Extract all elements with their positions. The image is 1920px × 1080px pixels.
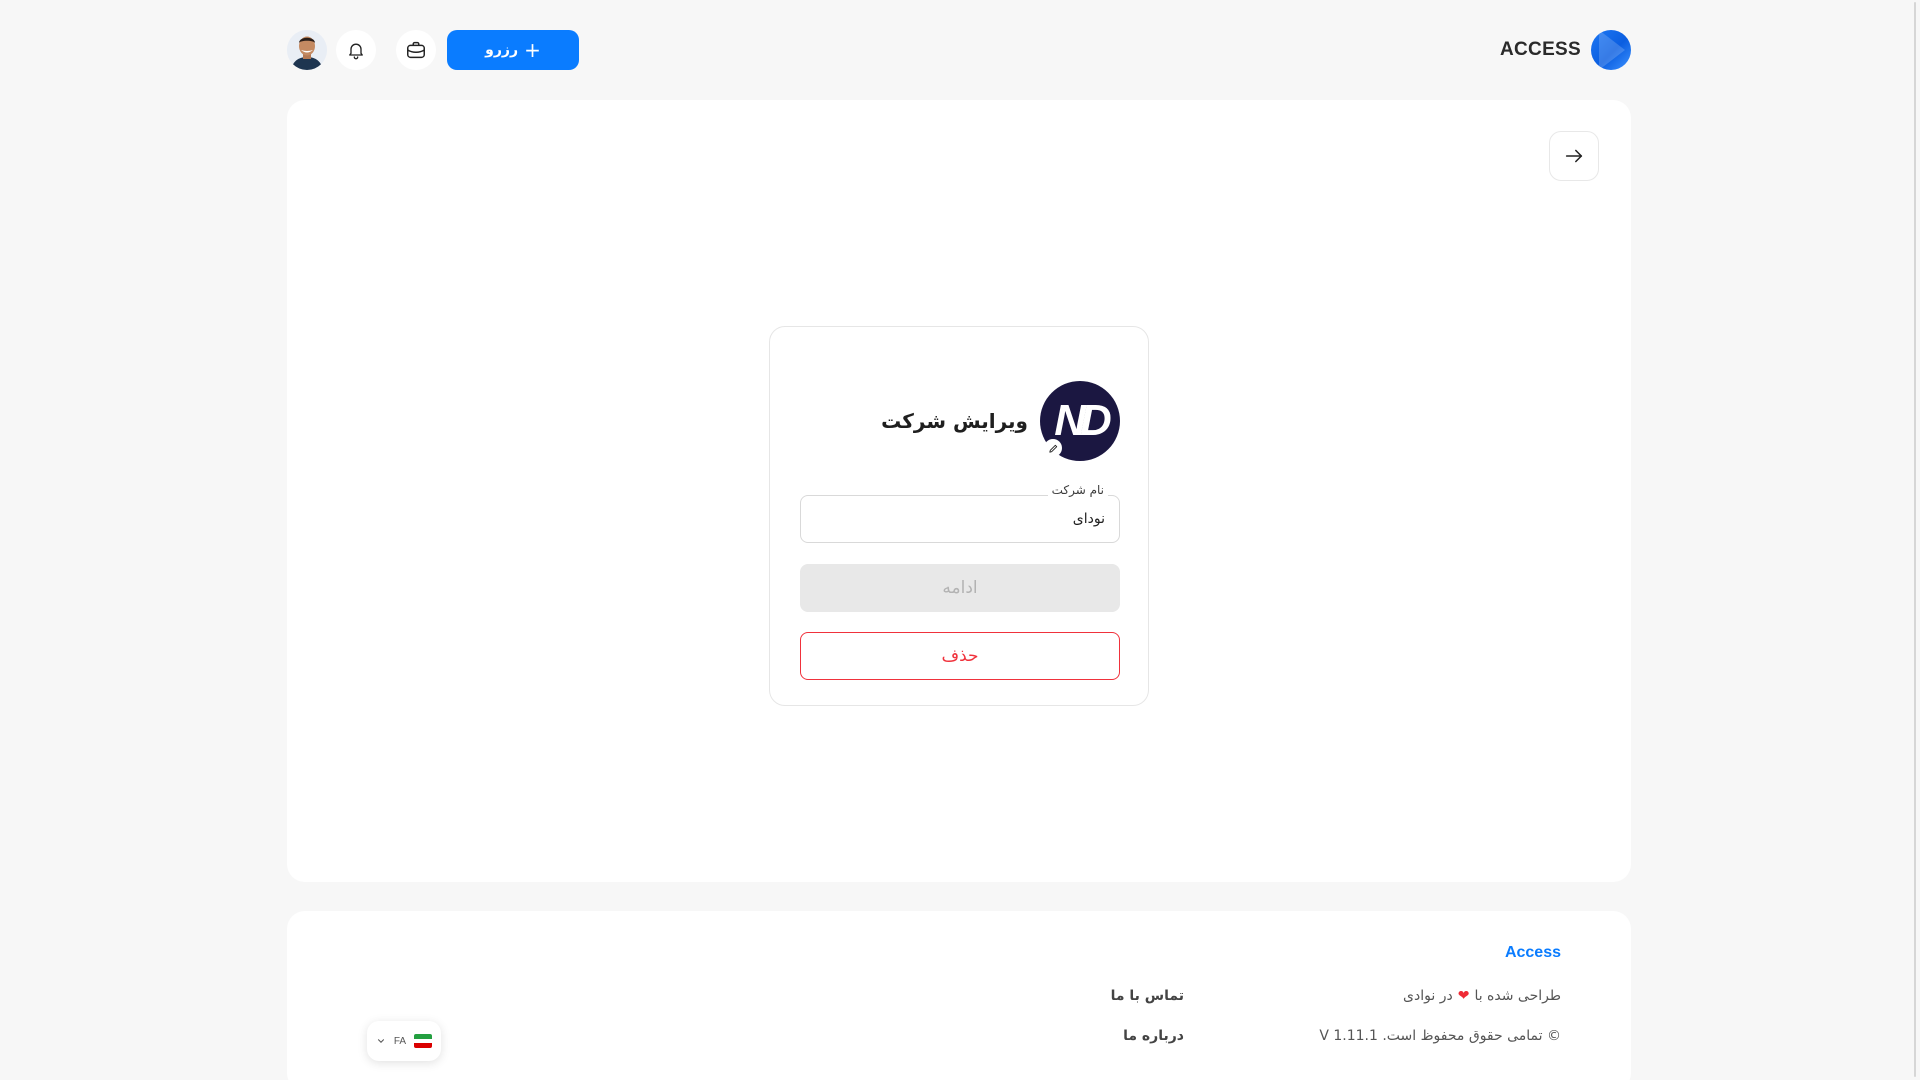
company-logo-text: ND: [1054, 396, 1112, 445]
pencil-icon: [1048, 444, 1057, 453]
briefcase-icon: [407, 41, 425, 59]
about-link[interactable]: درباره ما: [1123, 1028, 1184, 1044]
company-header: ND ویرایش شرکت: [881, 381, 1120, 461]
company-name-label: نام شرکت: [1047, 483, 1108, 497]
designed-suffix: در نوادی: [1403, 988, 1453, 1004]
footer-brand[interactable]: Access: [1505, 944, 1561, 962]
chevron-down-icon: [377, 1039, 384, 1043]
reserve-button[interactable]: رزرو +: [447, 30, 579, 70]
contact-link[interactable]: تماس با ما: [1111, 988, 1184, 1004]
bell-icon: [349, 43, 363, 60]
company-name-input[interactable]: [800, 495, 1120, 543]
scrollbar-track[interactable]: [1903, 0, 1920, 1080]
footer-copyright: © تمامی حقوق محفوظ است. V 1.11.1: [1319, 1028, 1561, 1044]
arrow-right-icon: [1565, 149, 1583, 163]
company-logo[interactable]: ND: [1040, 381, 1120, 461]
briefcase-button[interactable]: [396, 30, 436, 70]
scrollbar-thumb[interactable]: [1914, 2, 1916, 1077]
plus-icon: +: [524, 38, 541, 62]
user-avatar[interactable]: [287, 30, 327, 70]
notifications-button[interactable]: [336, 30, 376, 70]
logo-text: ACCESS: [1500, 39, 1581, 60]
delete-button[interactable]: حذف: [800, 632, 1120, 680]
language-switcher[interactable]: FA: [367, 1021, 441, 1061]
edit-company-form: ND ویرایش شرکت نام شرکت ادامه حذف: [769, 326, 1149, 706]
main-card: ND ویرایش شرکت نام شرکت ادامه حذف: [287, 100, 1631, 882]
app-logo[interactable]: ACCESS: [1500, 30, 1631, 70]
iran-flag-icon: [414, 1034, 433, 1048]
logo-mark-icon: [1591, 30, 1631, 70]
language-code: FA: [393, 1035, 407, 1047]
back-button[interactable]: [1549, 131, 1599, 181]
heart-icon: ❤: [1457, 988, 1470, 1004]
reserve-label: رزرو: [485, 42, 519, 58]
footer: Access طراحی شده با ❤ در نوادی © تمامی ح…: [287, 911, 1631, 1080]
footer-designed-by: طراحی شده با ❤ در نوادی: [1403, 988, 1561, 1004]
top-header: ACCESS رزرو +: [287, 28, 1631, 72]
edit-logo-button[interactable]: [1044, 439, 1062, 457]
form-title: ویرایش شرکت: [881, 409, 1028, 433]
continue-button[interactable]: ادامه: [800, 564, 1120, 612]
designed-prefix: طراحی شده با: [1474, 988, 1561, 1004]
